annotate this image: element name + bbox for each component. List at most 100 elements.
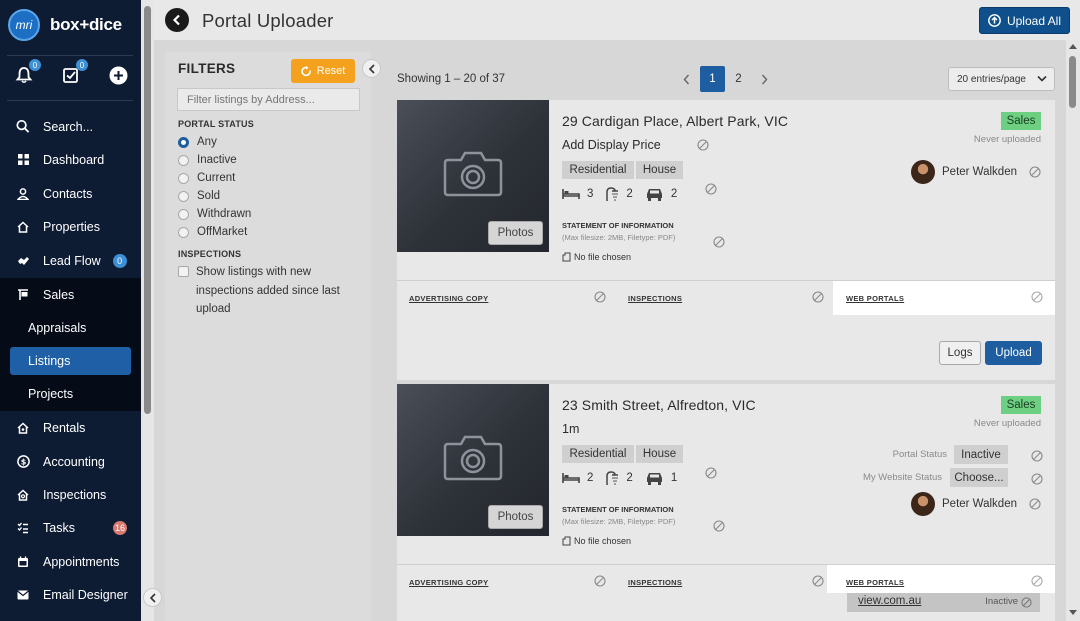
portal-status-value[interactable]: Inactive bbox=[954, 445, 1008, 464]
website-status-label: My Website Status bbox=[862, 472, 942, 483]
nav-sales-label: Sales bbox=[43, 287, 75, 302]
radio-button[interactable] bbox=[178, 172, 189, 184]
agent-name: Peter Walkden bbox=[942, 498, 1017, 510]
disabled-icon bbox=[713, 520, 725, 532]
radio-current[interactable]: Current bbox=[178, 172, 235, 184]
radio-offmarket[interactable]: OffMarket bbox=[178, 226, 247, 238]
radio-button[interactable] bbox=[178, 208, 189, 220]
tab-advertising-copy[interactable]: ADVERTISING COPY bbox=[409, 578, 488, 587]
nav-properties[interactable]: Properties bbox=[0, 210, 141, 243]
disabled-icon bbox=[1031, 291, 1043, 303]
new-inspections-checkbox[interactable] bbox=[178, 266, 189, 277]
website-status-select[interactable]: Choose... bbox=[950, 468, 1008, 487]
file-icon bbox=[562, 536, 571, 546]
prev-page-button[interactable] bbox=[674, 68, 698, 90]
nav-appointments[interactable]: Appointments bbox=[0, 545, 141, 578]
collapse-sidebar-button[interactable] bbox=[143, 588, 162, 607]
nav-contacts-label: Contacts bbox=[43, 186, 93, 201]
address-filter-input[interactable] bbox=[177, 88, 360, 111]
tab-inspections[interactable]: INSPECTIONS bbox=[628, 294, 682, 303]
nav-dashboard[interactable]: Dashboard bbox=[0, 143, 141, 176]
features: 2 2 1 bbox=[562, 470, 689, 486]
logs-button[interactable]: Logs bbox=[939, 341, 981, 365]
beds-count: 2 bbox=[587, 472, 594, 484]
radio-any[interactable]: Any bbox=[178, 136, 217, 148]
shower-icon bbox=[605, 186, 619, 202]
chevron-down-icon bbox=[1037, 75, 1047, 82]
reset-button[interactable]: Reset bbox=[291, 59, 355, 83]
page-2-button[interactable]: 2 bbox=[726, 66, 751, 92]
portal-status-heading: PORTAL STATUS bbox=[178, 119, 254, 129]
listing-photo: Photos bbox=[397, 384, 549, 536]
upload-button[interactable]: Upload bbox=[985, 341, 1042, 365]
listing-address: 23 Smith Street, Alfredton, VIC bbox=[562, 397, 756, 413]
beds-count: 3 bbox=[587, 188, 594, 200]
portal-state: Inactive bbox=[985, 596, 1018, 607]
nav-appointments-label: Appointments bbox=[43, 554, 120, 569]
user-icon bbox=[16, 187, 30, 201]
filters-panel: FILTERS Reset PORTAL STATUS Any Inactive… bbox=[165, 52, 371, 621]
filters-title: FILTERS bbox=[178, 61, 236, 76]
scroll-down-icon[interactable] bbox=[1069, 610, 1077, 616]
portal-status-label: Portal Status bbox=[892, 449, 947, 460]
nav-sales[interactable]: Sales bbox=[0, 278, 141, 311]
search-icon bbox=[16, 119, 30, 134]
scrollbar-thumb[interactable] bbox=[1069, 56, 1076, 108]
sidebar-scrollbar[interactable] bbox=[141, 0, 154, 621]
radio-button[interactable] bbox=[178, 190, 189, 202]
nav-appraisals[interactable]: Appraisals bbox=[0, 311, 141, 344]
nav-tasks[interactable]: Tasks 16 bbox=[0, 511, 141, 544]
tab-web-portals[interactable]: WEB PORTALS bbox=[846, 294, 904, 303]
tasks-check-button[interactable]: 0 bbox=[60, 59, 88, 86]
disabled-icon bbox=[1021, 597, 1032, 608]
scrollbar-thumb[interactable] bbox=[144, 6, 151, 414]
tab-web-portals[interactable]: WEB PORTALS bbox=[846, 578, 904, 587]
sidebar: mri box+dice 0 0 Search... Dashboard Con… bbox=[0, 0, 141, 621]
content-scrollbar[interactable] bbox=[1066, 40, 1080, 621]
page-title: Portal Uploader bbox=[202, 10, 334, 31]
radio-inactive[interactable]: Inactive bbox=[178, 154, 237, 166]
nav-search[interactable]: Search... bbox=[0, 110, 141, 143]
file-upload-field[interactable]: No file chosen bbox=[562, 252, 631, 262]
display-price[interactable]: Add Display Price bbox=[562, 138, 661, 152]
add-button[interactable] bbox=[107, 64, 129, 86]
radio-sold[interactable]: Sold bbox=[178, 190, 220, 202]
listing-card: Photos 23 Smith Street, Alfredton, VIC 1… bbox=[397, 384, 1055, 621]
next-page-button[interactable] bbox=[752, 68, 776, 90]
radio-label: Sold bbox=[197, 190, 221, 202]
display-price[interactable]: 1m bbox=[562, 422, 579, 436]
bed-icon bbox=[562, 188, 580, 200]
scroll-up-icon[interactable] bbox=[1069, 43, 1077, 49]
photos-button[interactable]: Photos bbox=[488, 221, 543, 245]
file-upload-field[interactable]: No file chosen bbox=[562, 536, 631, 546]
notifications-button[interactable]: 0 bbox=[13, 59, 41, 86]
entries-per-page-select[interactable]: 20 entries/page bbox=[948, 67, 1055, 91]
shower-icon bbox=[605, 470, 619, 486]
radio-button[interactable] bbox=[178, 154, 189, 166]
nav-listings[interactable]: Listings bbox=[10, 347, 131, 375]
radio-selected[interactable] bbox=[178, 136, 189, 148]
page-1-button[interactable]: 1 bbox=[700, 66, 725, 92]
tab-inspections[interactable]: INSPECTIONS bbox=[628, 578, 682, 587]
nav-projects[interactable]: Projects bbox=[0, 377, 141, 410]
new-inspections-checkbox-row[interactable]: Show listings with new inspections added… bbox=[178, 263, 358, 319]
photos-button[interactable]: Photos bbox=[488, 505, 543, 529]
nav-rentals[interactable]: Rentals bbox=[0, 411, 141, 444]
back-button[interactable] bbox=[165, 8, 189, 32]
collapse-filters-button[interactable] bbox=[362, 59, 381, 78]
divider bbox=[7, 100, 133, 101]
portal-link[interactable]: view.com.au bbox=[858, 595, 921, 607]
nav-lead-flow[interactable]: Lead Flow 0 bbox=[0, 244, 141, 277]
chevron-left-icon bbox=[149, 592, 156, 603]
tasks-count-badge: 0 bbox=[76, 59, 88, 71]
upload-all-button[interactable]: Upload All bbox=[979, 7, 1070, 34]
nav-inspections[interactable]: Inspections bbox=[0, 478, 141, 511]
nav-contacts[interactable]: Contacts bbox=[0, 177, 141, 210]
radio-withdrawn[interactable]: Withdrawn bbox=[178, 208, 251, 220]
radio-button[interactable] bbox=[178, 226, 189, 238]
tab-advertising-copy[interactable]: ADVERTISING COPY bbox=[409, 294, 488, 303]
refresh-icon bbox=[300, 65, 311, 76]
nav-inspections-label: Inspections bbox=[43, 487, 107, 502]
nav-email-designer[interactable]: Email Designer bbox=[0, 578, 141, 611]
nav-accounting[interactable]: $ Accounting bbox=[0, 445, 141, 478]
